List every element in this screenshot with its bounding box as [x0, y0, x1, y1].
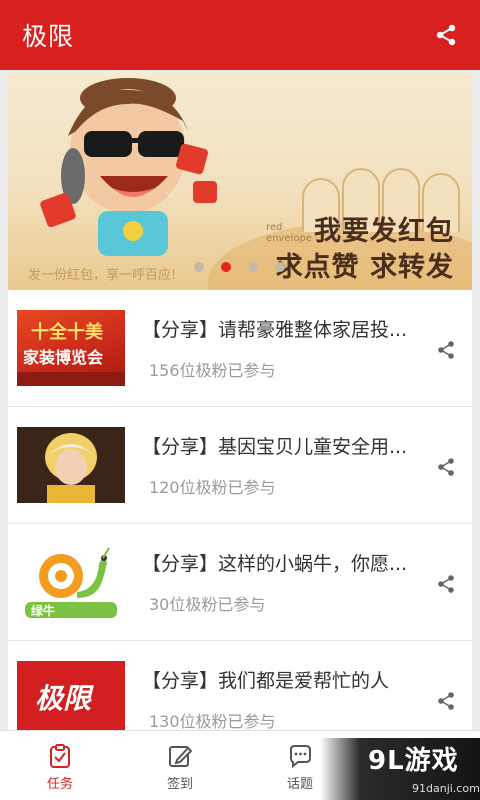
watermark-logo: 9L游戏 [368, 746, 459, 776]
chat-icon [290, 745, 311, 769]
tab-label: 话题 [286, 777, 313, 792]
share-icon[interactable] [436, 457, 456, 477]
share-icon[interactable] [436, 340, 456, 360]
child-photo [17, 427, 125, 503]
item-thumbnail: 极限 [17, 661, 125, 730]
list-item[interactable]: 绿牛 【分享】这样的小蜗牛，你愿... 30位极粉已参与 [8, 524, 472, 641]
item-thumbnail: 十全十美 家装博览会 [17, 310, 125, 386]
watermark: 9L游戏 91danji.com [320, 738, 480, 800]
share-button[interactable] [432, 21, 460, 49]
banner-headline-line-2: 求点赞 求转发 [275, 252, 454, 283]
item-title: 【分享】这样的小蜗牛，你愿... [142, 553, 408, 575]
share-icon[interactable] [436, 691, 456, 711]
item-title: 【分享】我们都是爱帮忙的人 [142, 670, 390, 692]
banner-headline-line-1: 我要发红包 [314, 216, 454, 247]
item-title: 【分享】基因宝贝儿童安全用... [142, 436, 408, 458]
thumb-text-2: 家装博览会 [23, 348, 104, 367]
list-item[interactable]: 【分享】基因宝贝儿童安全用... 120位极粉已参与 [8, 407, 472, 524]
app-bar: 极限 [0, 0, 480, 70]
app-title: 极限 [22, 22, 75, 51]
promo-banner[interactable]: red envelope 我要发红包 求点赞 求转发 发一份红包，享一呼百应! [8, 72, 472, 290]
item-participant-count: 120位极粉已参与 [149, 478, 276, 497]
carousel-dot-4[interactable] [275, 262, 285, 272]
tab-label: 签到 [166, 777, 193, 792]
tab-checkin[interactable]: 签到 [120, 731, 240, 800]
banner-headline: 我要发红包 求点赞 求转发 [276, 214, 454, 286]
share-task-list: 十全十美 家装博览会 【分享】请帮豪雅整体家居投... 156位极粉已参与 【分… [8, 290, 472, 730]
share-icon [436, 24, 456, 46]
item-thumbnail [17, 427, 125, 503]
thumb-text-1: 十全十美 [31, 322, 103, 343]
watermark-url: 91danji.com [412, 782, 480, 795]
carousel-indicator [194, 262, 285, 272]
edit-icon [169, 746, 193, 767]
carousel-dot-2[interactable] [221, 262, 231, 272]
item-participant-count: 130位极粉已参与 [149, 712, 276, 730]
task-icon [50, 744, 70, 768]
item-participant-count: 156位极粉已参与 [149, 361, 276, 380]
list-item[interactable]: 极限 【分享】我们都是爱帮忙的人 130位极粉已参与 [8, 641, 472, 730]
banner-tagline: 发一份红包，享一呼百应! [28, 268, 177, 283]
thumb-text: 极限 [35, 682, 92, 715]
share-icon[interactable] [436, 574, 456, 594]
item-participant-count: 30位极粉已参与 [149, 595, 266, 614]
item-thumbnail: 绿牛 [17, 544, 125, 620]
thumb-text: 绿牛 [31, 604, 56, 618]
thumb-stripe [17, 372, 125, 386]
cartoon-mascot [40, 78, 217, 256]
tab-label: 任务 [46, 777, 73, 792]
carousel-dot-1[interactable] [194, 262, 204, 272]
tab-task[interactable]: 任务 [0, 731, 120, 800]
list-item[interactable]: 十全十美 家装博览会 【分享】请帮豪雅整体家居投... 156位极粉已参与 [8, 290, 472, 407]
carousel-dot-3[interactable] [248, 262, 258, 272]
item-title: 【分享】请帮豪雅整体家居投... [142, 319, 408, 341]
